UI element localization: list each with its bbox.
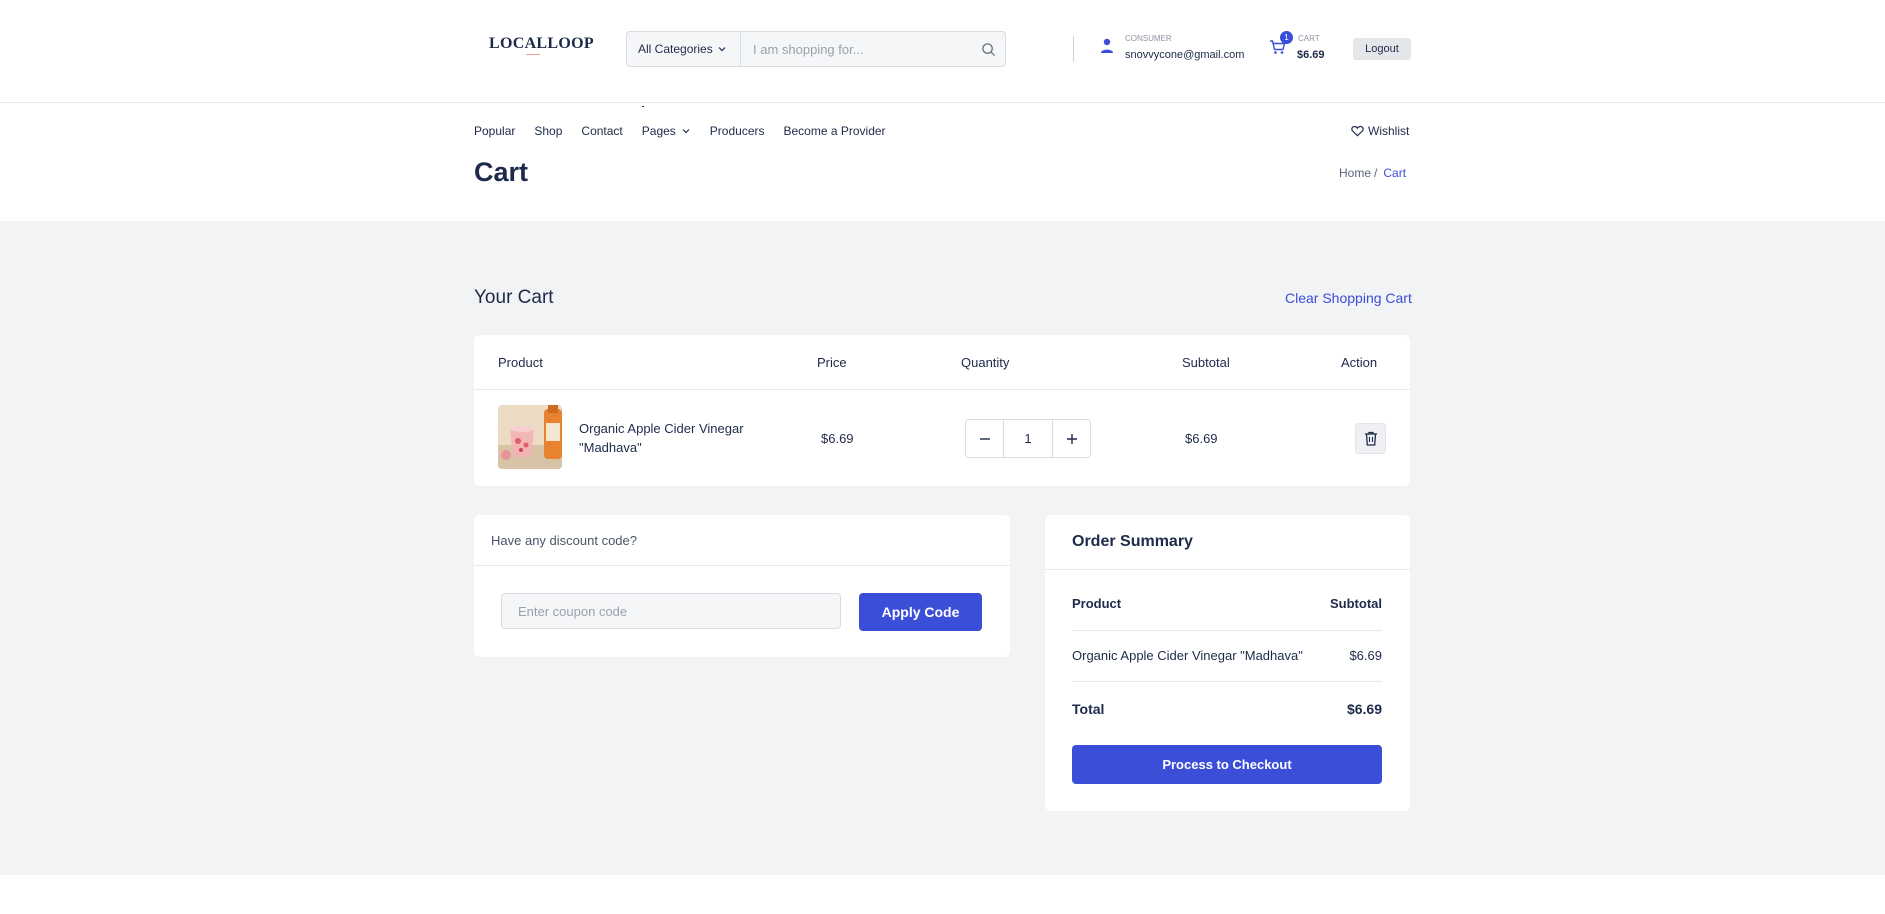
- summary-item-subtotal: $6.69: [1349, 648, 1382, 663]
- summary-header-product: Product: [1072, 596, 1122, 611]
- nav-marker: [642, 106, 644, 107]
- search-icon: [981, 42, 995, 56]
- nav-item-shop[interactable]: Shop: [534, 124, 562, 138]
- chevron-down-icon: [718, 47, 726, 52]
- user-role: CONSUMER: [1125, 34, 1172, 43]
- product-price: $6.69: [821, 431, 854, 446]
- breadcrumb-current: Cart: [1383, 166, 1407, 180]
- nav-item-producers[interactable]: Producers: [710, 124, 765, 138]
- breadcrumb: Home / Cart: [1339, 166, 1406, 180]
- header-divider: [1073, 36, 1074, 62]
- vinegar-product-photo: [498, 405, 562, 469]
- breadcrumb-home[interactable]: Home: [1339, 166, 1371, 180]
- search-button[interactable]: [971, 32, 1005, 66]
- trash-icon: [1364, 431, 1377, 446]
- summary-divider: [1045, 569, 1410, 570]
- discount-panel: Have any discount code? Apply Code: [474, 515, 1010, 657]
- summary-header-subtotal: Subtotal: [1330, 596, 1382, 611]
- breadcrumb-separator: /: [1374, 166, 1378, 180]
- order-summary-title: Order Summary: [1072, 533, 1193, 550]
- cart-table: Product Price Quantity Subtotal Action O…: [474, 335, 1410, 486]
- plus-icon: [1066, 433, 1077, 444]
- cart-heading: Your Cart: [474, 287, 554, 308]
- order-summary-panel: Order Summary Product Subtotal Organic A…: [1045, 515, 1410, 811]
- nav-item-contact[interactable]: Contact: [581, 124, 622, 138]
- table-divider: [474, 389, 1410, 390]
- summary-header-row: Product Subtotal: [1072, 596, 1382, 611]
- minus-icon: [979, 437, 990, 440]
- column-header-product: Product: [498, 355, 543, 370]
- page-title: Cart: [474, 157, 529, 187]
- chevron-down-icon: [682, 129, 690, 134]
- quantity-stepper: [965, 419, 1091, 458]
- user-icon[interactable]: [1100, 38, 1114, 54]
- search-bar: All Categories: [626, 31, 1006, 67]
- cart-label: CART: [1298, 34, 1320, 43]
- wishlist-label: Wishlist: [1368, 124, 1410, 138]
- summary-total-row: Total $6.69: [1072, 701, 1382, 717]
- category-select-label: All Categories: [638, 42, 713, 56]
- decrease-quantity-button[interactable]: [966, 420, 1003, 457]
- logout-button[interactable]: Logout: [1353, 38, 1411, 60]
- apply-code-button[interactable]: Apply Code: [859, 593, 982, 631]
- summary-item-name: Organic Apple Cider Vinegar "Madhava": [1072, 648, 1303, 663]
- user-email[interactable]: snovvycone@gmail.com: [1125, 49, 1244, 61]
- clear-cart-link[interactable]: Clear Shopping Cart: [1285, 290, 1412, 306]
- product-image[interactable]: [498, 405, 562, 469]
- cart-amount[interactable]: $6.69: [1297, 49, 1325, 61]
- coupon-code-input[interactable]: [501, 593, 841, 629]
- column-header-subtotal: Subtotal: [1182, 355, 1230, 370]
- column-header-price: Price: [817, 355, 847, 370]
- column-header-quantity: Quantity: [961, 355, 1010, 370]
- nav-item-pages[interactable]: Pages: [642, 124, 691, 138]
- discount-divider: [474, 565, 1010, 566]
- logo-accent: [526, 54, 540, 55]
- cart-count-badge: 1: [1280, 31, 1293, 44]
- checkout-button[interactable]: Process to Checkout: [1072, 745, 1382, 784]
- summary-total-value: $6.69: [1346, 701, 1382, 717]
- main-nav: Popular Shop Contact Pages Producers Bec…: [474, 124, 905, 138]
- summary-item-row: Organic Apple Cider Vinegar "Madhava" $6…: [1072, 648, 1382, 663]
- summary-total-label: Total: [1072, 701, 1105, 717]
- heart-icon: [1351, 125, 1364, 137]
- product-name[interactable]: Organic Apple Cider Vinegar "Madhava": [579, 419, 769, 457]
- quantity-input[interactable]: [1003, 420, 1053, 457]
- summary-line: [1072, 630, 1382, 631]
- nav-item-popular[interactable]: Popular: [474, 124, 515, 138]
- wishlist-link[interactable]: Wishlist: [1351, 124, 1409, 138]
- search-input[interactable]: [741, 32, 971, 66]
- summary-line: [1072, 681, 1382, 682]
- increase-quantity-button[interactable]: [1053, 420, 1090, 457]
- nav-item-become-provider[interactable]: Become a Provider: [784, 124, 886, 138]
- discount-title: Have any discount code?: [491, 533, 637, 548]
- category-select[interactable]: All Categories: [627, 32, 741, 66]
- site-logo[interactable]: LOCALLOOP: [489, 35, 594, 53]
- column-header-action: Action: [1341, 355, 1378, 370]
- site-header: LOCALLOOP All Categories CONSUMER snovvy…: [0, 0, 1885, 103]
- nav-item-pages-label: Pages: [641, 124, 676, 138]
- product-subtotal: $6.69: [1185, 431, 1218, 446]
- remove-item-button[interactable]: [1355, 423, 1386, 454]
